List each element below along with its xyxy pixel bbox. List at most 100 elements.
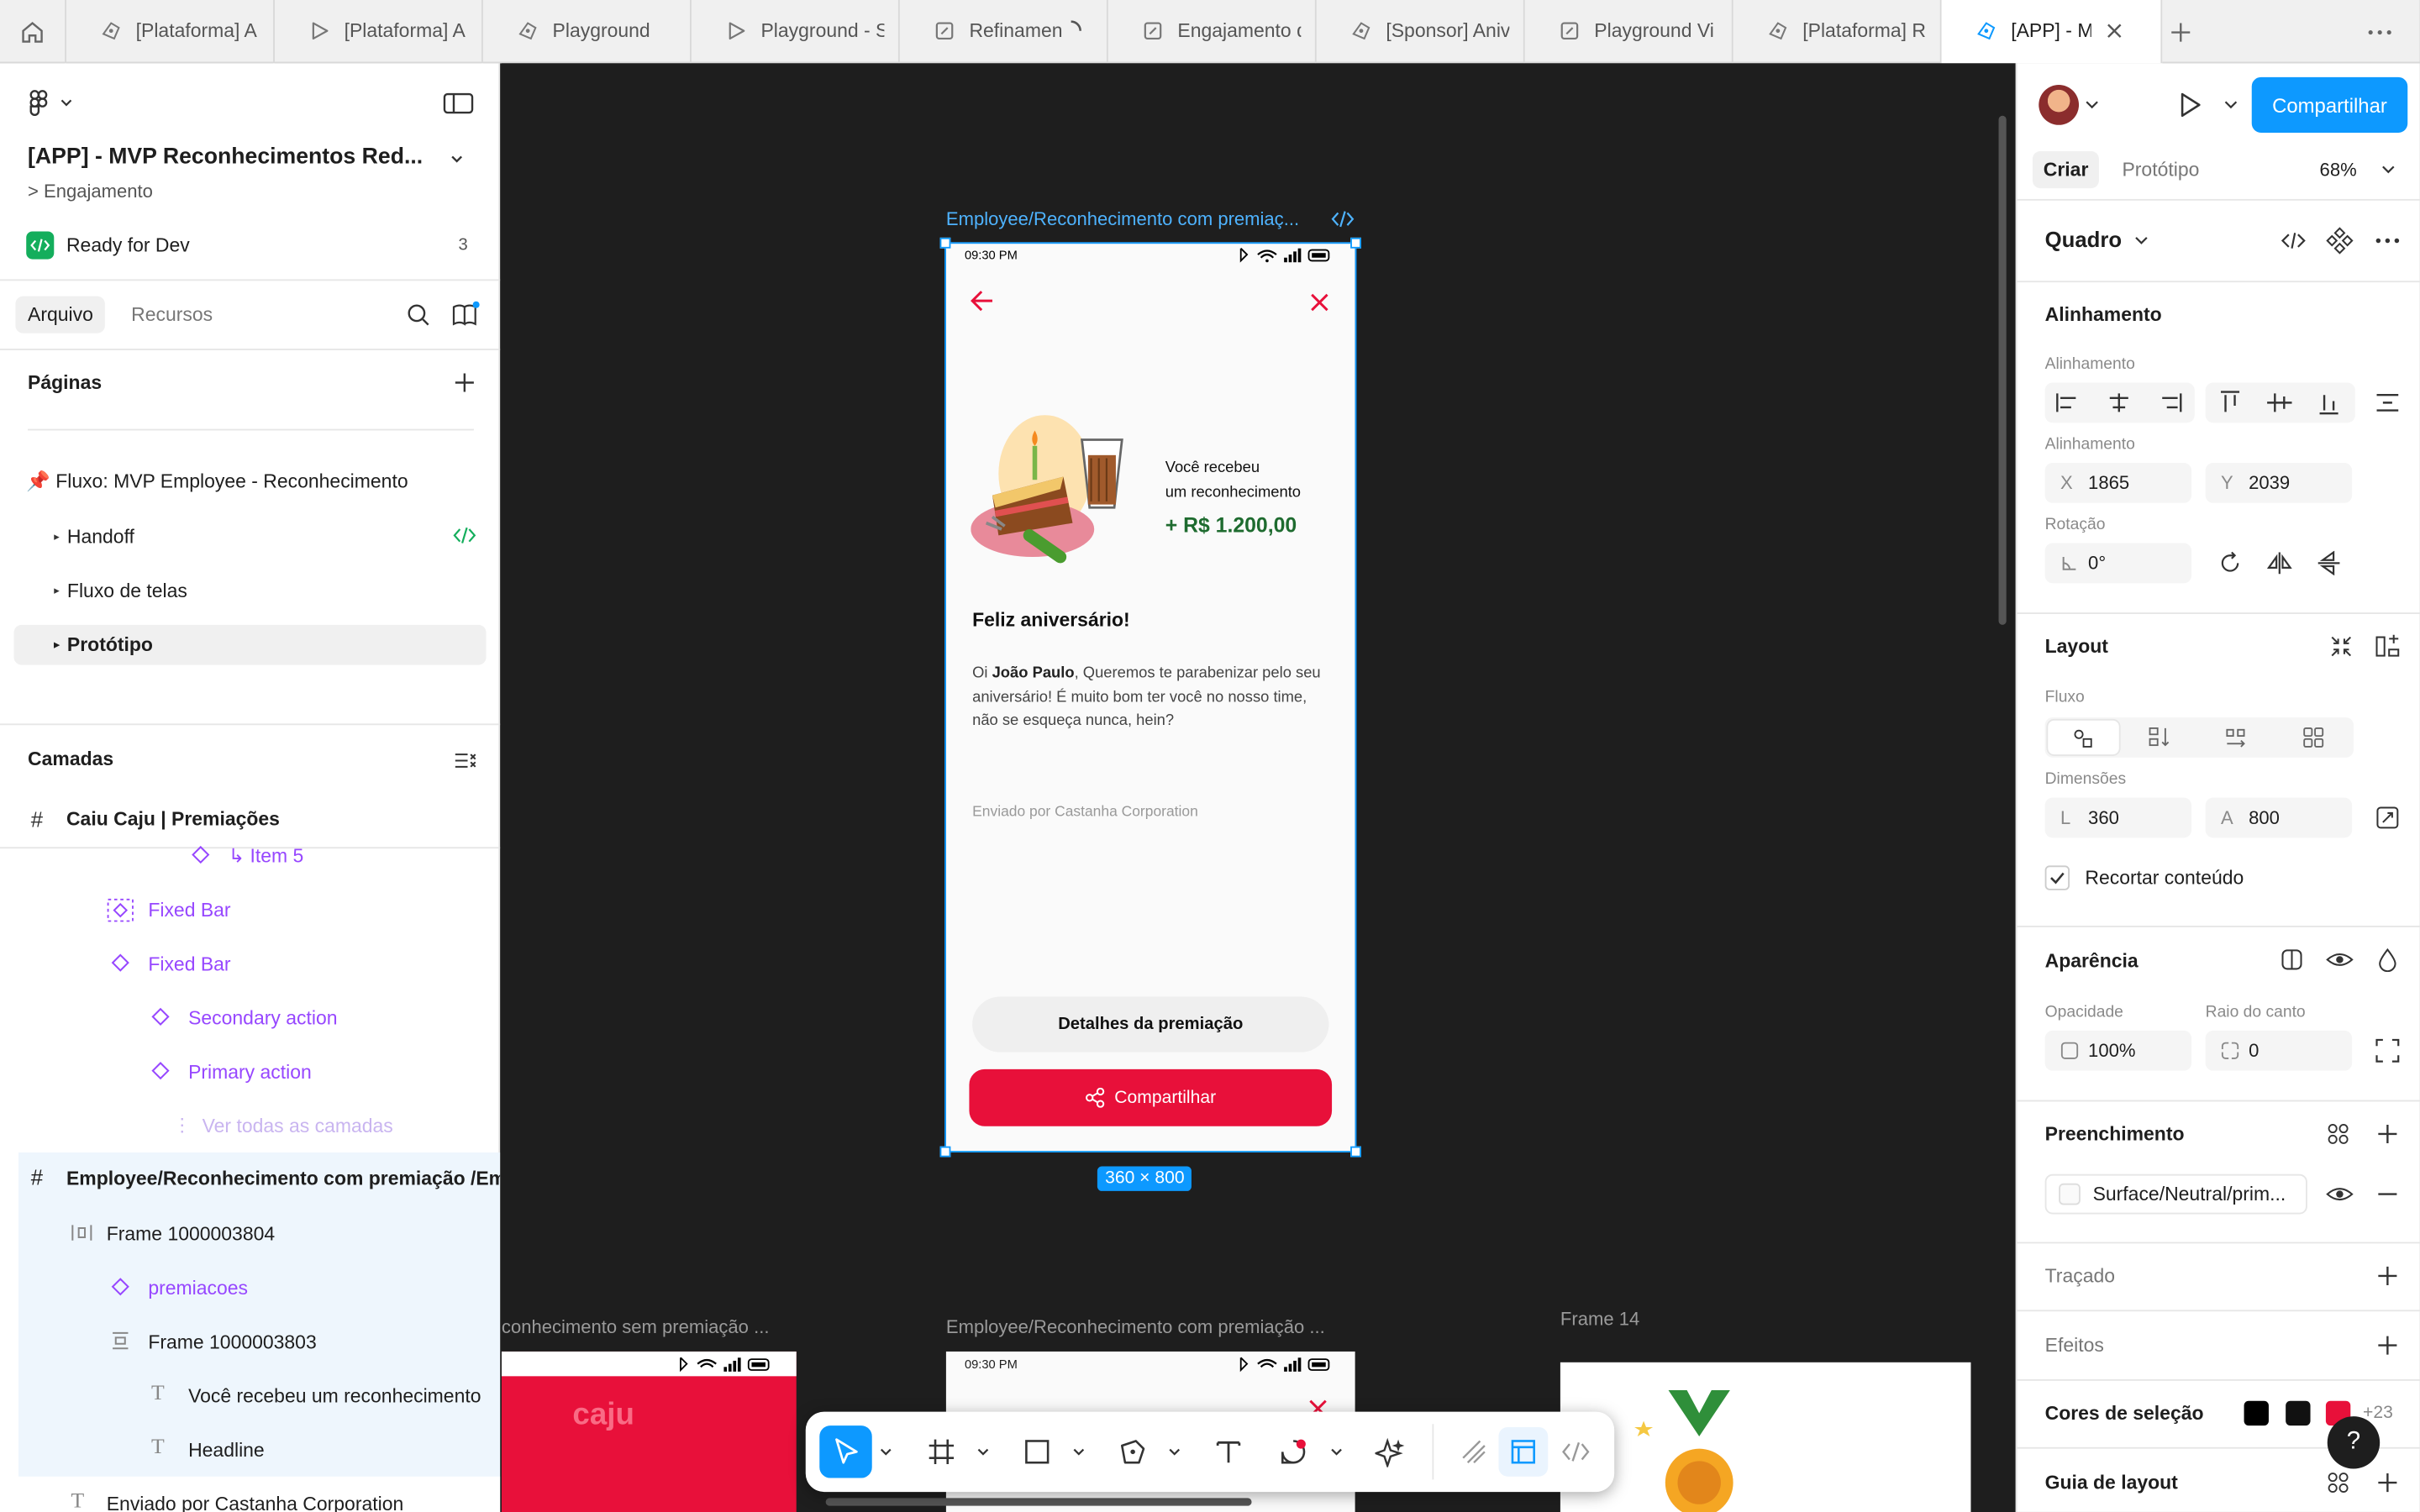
search-icon[interactable] bbox=[404, 301, 432, 328]
layer-item[interactable]: Frame 1000003804 bbox=[0, 1206, 500, 1260]
blend-mode-drop-icon[interactable] bbox=[2375, 948, 2400, 973]
rectangle-tool-icon[interactable] bbox=[1022, 1436, 1053, 1467]
chevron-down-icon[interactable] bbox=[448, 150, 466, 168]
add-stroke-icon[interactable] bbox=[2375, 1263, 2400, 1288]
layer-item-selected[interactable]: # Employee/Reconhecimento com premiação … bbox=[0, 1152, 500, 1206]
tab-1[interactable]: [Plataforma] A bbox=[275, 0, 483, 64]
text-tool-icon[interactable] bbox=[1213, 1436, 1244, 1467]
styles-grid-icon[interactable] bbox=[2326, 1470, 2350, 1494]
chevron-down-icon[interactable] bbox=[977, 1446, 990, 1458]
color-swatch-black[interactable] bbox=[2244, 1400, 2269, 1426]
frame-label[interactable]: conhecimento sem premiação ... bbox=[502, 1316, 770, 1338]
independent-corners-icon[interactable] bbox=[2375, 1038, 2400, 1063]
chevron-down-icon[interactable] bbox=[2085, 97, 2099, 112]
breadcrumb[interactable]: > Engajamento bbox=[28, 181, 153, 202]
layer-item[interactable]: Fixed Bar bbox=[0, 883, 500, 937]
add-fill-icon[interactable] bbox=[2375, 1121, 2400, 1146]
share-button[interactable]: Compartilhar bbox=[969, 1068, 1333, 1126]
tab-7[interactable]: Playground Vi bbox=[1525, 0, 1733, 64]
page-item-fluxo-telas[interactable]: ▸ Fluxo de telas bbox=[0, 563, 500, 617]
flip-horizontal-icon[interactable] bbox=[2267, 551, 2292, 575]
vertical-scrollbar[interactable] bbox=[1998, 115, 2007, 625]
tab-6[interactable]: [Sponsor] Aniv bbox=[1317, 0, 1525, 64]
component-icon[interactable] bbox=[2326, 227, 2354, 255]
file-title[interactable]: [APP] - MVP Reconhecimentos Red... bbox=[28, 145, 423, 170]
back-arrow-icon[interactable] bbox=[968, 288, 996, 312]
more-options-icon[interactable] bbox=[2372, 227, 2403, 255]
rotate-icon[interactable] bbox=[2217, 551, 2242, 575]
flip-vertical-icon[interactable] bbox=[2317, 550, 2341, 576]
figma-menu-icon[interactable] bbox=[24, 88, 76, 119]
share-button[interactable]: Compartilhar bbox=[2251, 76, 2408, 133]
page-item-handoff[interactable]: ▸ Handoff bbox=[0, 509, 500, 563]
tab-8[interactable]: [Plataforma] R bbox=[1733, 0, 1942, 64]
canvas[interactable]: Employee/Reconhecimento com premiaç... 0… bbox=[501, 63, 2016, 1512]
details-button[interactable]: Detalhes da premiação bbox=[972, 996, 1329, 1053]
layer-item[interactable]: ↳ Item 5 bbox=[0, 828, 500, 882]
frame-title[interactable]: Employee/Reconhecimento com premiaç... bbox=[946, 208, 1299, 230]
flow-grid-button[interactable] bbox=[2302, 725, 2326, 749]
frame-tool-icon[interactable] bbox=[926, 1436, 957, 1467]
add-guide-icon[interactable] bbox=[2375, 1470, 2400, 1494]
library-icon[interactable] bbox=[450, 301, 481, 328]
chevron-down-icon[interactable] bbox=[2381, 162, 2396, 176]
layer-item[interactable]: T Você recebeu um reconhecimento bbox=[0, 1368, 500, 1422]
frame-type[interactable]: Quadro bbox=[2045, 227, 2122, 251]
distribute-icon[interactable] bbox=[2375, 391, 2400, 415]
tab-create[interactable]: Criar bbox=[2032, 150, 2100, 189]
dev-mode-code-icon[interactable] bbox=[1560, 1436, 1591, 1467]
frame-preview-red[interactable]: caju bbox=[501, 1351, 797, 1512]
avatar[interactable] bbox=[2039, 85, 2080, 125]
layer-item[interactable]: T Headline bbox=[0, 1422, 500, 1476]
layer-item[interactable]: premiacoes bbox=[0, 1261, 500, 1315]
flow-vertical-button[interactable] bbox=[2147, 725, 2171, 749]
tab-5[interactable]: Engajamento d bbox=[1108, 0, 1317, 64]
chevron-down-icon[interactable] bbox=[1168, 1446, 1181, 1458]
layer-item[interactable]: Primary action bbox=[0, 1044, 500, 1098]
chevron-down-icon[interactable] bbox=[1073, 1446, 1086, 1458]
remove-fill-icon[interactable] bbox=[2375, 1182, 2400, 1206]
close-icon[interactable] bbox=[1307, 290, 1332, 314]
move-tool-button[interactable] bbox=[819, 1425, 872, 1478]
code-icon[interactable] bbox=[2280, 228, 2307, 253]
pen-tool-icon[interactable] bbox=[1118, 1436, 1149, 1467]
variable-mode-icon[interactable] bbox=[2280, 948, 2304, 972]
flow-freeform-button[interactable] bbox=[2046, 718, 2121, 756]
radius-input[interactable]: 0 bbox=[2205, 1030, 2353, 1071]
tab-2[interactable]: Playground bbox=[483, 0, 692, 64]
chevron-down-icon[interactable] bbox=[1330, 1446, 1343, 1458]
collapse-icon[interactable] bbox=[2329, 634, 2354, 659]
present-play-icon[interactable] bbox=[2175, 90, 2206, 121]
fill-style-field[interactable]: Surface/Neutral/prim... bbox=[2044, 1173, 2307, 1215]
ready-for-dev-link[interactable]: Ready for Dev bbox=[66, 234, 190, 256]
resize-handle[interactable] bbox=[939, 237, 951, 249]
page-item-fluxo[interactable]: 📌 Fluxo: MVP Employee - Reconhecimento bbox=[0, 455, 500, 509]
add-effect-icon[interactable] bbox=[2375, 1333, 2400, 1357]
width-input[interactable]: L 360 bbox=[2044, 797, 2192, 838]
tab-4[interactable]: Refinamen bbox=[900, 0, 1108, 64]
chevron-down-icon[interactable] bbox=[2134, 233, 2149, 247]
tab-resources[interactable]: Recursos bbox=[131, 304, 213, 326]
layer-item[interactable]: Frame 1000003803 bbox=[0, 1315, 500, 1368]
home-icon[interactable] bbox=[18, 18, 46, 46]
opacity-input[interactable]: 100% bbox=[2044, 1030, 2192, 1071]
auto-layout-add-icon[interactable] bbox=[2375, 634, 2400, 659]
page-item-prototipo[interactable]: ▸ Protótipo bbox=[13, 624, 487, 665]
help-button[interactable]: ? bbox=[2327, 1416, 2381, 1469]
sidebar-toggle-icon[interactable] bbox=[443, 91, 474, 115]
frame-label[interactable]: Employee/Reconhecimento com premiação ..… bbox=[946, 1316, 1325, 1338]
draw-mode-icon[interactable] bbox=[1459, 1436, 1490, 1467]
resize-handle[interactable] bbox=[1350, 237, 1361, 249]
resize-handle[interactable] bbox=[939, 1146, 951, 1158]
layer-item[interactable]: Fixed Bar bbox=[0, 937, 500, 990]
layer-item[interactable]: Secondary action bbox=[0, 990, 500, 1044]
tab-file[interactable]: Arquivo bbox=[15, 296, 106, 333]
selected-frame[interactable]: 09:30 PM Você recebeu um reconhecimento … bbox=[945, 242, 1355, 1153]
more-menu-icon[interactable] bbox=[2365, 18, 2396, 46]
zoom-level[interactable]: 68% bbox=[2320, 159, 2357, 181]
clip-content-checkbox[interactable] bbox=[2044, 865, 2070, 890]
y-input[interactable]: Y 2039 bbox=[2205, 463, 2353, 503]
see-all-layers[interactable]: ⋮ Ver todas as camadas bbox=[0, 1099, 500, 1152]
layer-item[interactable]: T Enviado por Castanha Corporation bbox=[0, 1476, 501, 1512]
comment-tool-icon[interactable] bbox=[1278, 1436, 1309, 1467]
